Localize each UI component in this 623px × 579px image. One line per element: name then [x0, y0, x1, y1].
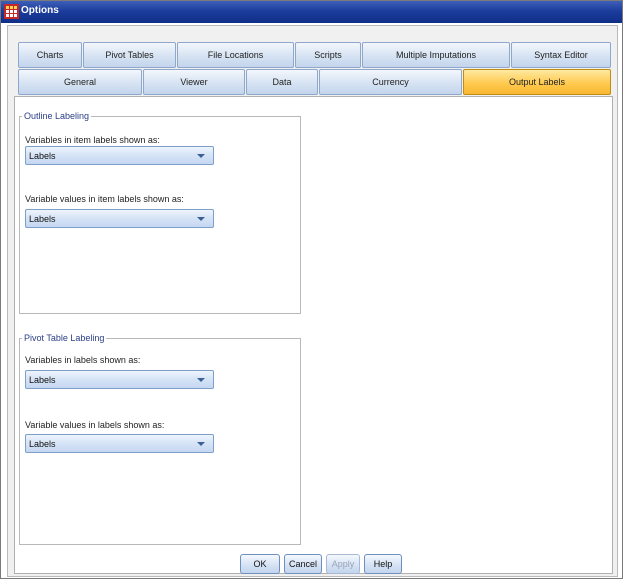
output-labels-panel: Outline Labeling Variables in item label…: [14, 96, 613, 574]
tab-charts[interactable]: Charts: [18, 42, 82, 68]
chevron-down-icon: [197, 442, 205, 446]
dialog-buttons: OK Cancel Apply Help: [240, 554, 402, 574]
title-bar[interactable]: Options: [1, 1, 622, 23]
outline-variables-dropdown[interactable]: Labels: [25, 146, 214, 165]
tab-general[interactable]: General: [18, 69, 142, 95]
tab-row-2: General Viewer Data Currency Output Labe…: [18, 69, 612, 95]
tab-pivot-tables[interactable]: Pivot Tables: [83, 42, 176, 68]
help-button[interactable]: Help: [364, 554, 402, 574]
pivot-variables-label: Variables in labels shown as:: [25, 355, 141, 365]
tab-currency[interactable]: Currency: [319, 69, 462, 95]
tab-file-locations[interactable]: File Locations: [177, 42, 294, 68]
chevron-down-icon: [197, 217, 205, 221]
window-title: Options: [21, 5, 59, 16]
options-dialog: Options Charts Pivot Tables File Locatio…: [0, 0, 623, 579]
ok-button[interactable]: OK: [240, 554, 280, 574]
tab-data[interactable]: Data: [246, 69, 318, 95]
chevron-down-icon: [197, 378, 205, 382]
cancel-button[interactable]: Cancel: [284, 554, 322, 574]
chevron-down-icon: [197, 154, 205, 158]
tab-row-1: Charts Pivot Tables File Locations Scrip…: [18, 42, 612, 68]
outline-values-value: Labels: [29, 214, 56, 224]
table-grid-icon: [4, 4, 19, 19]
tab-multiple-imputations[interactable]: Multiple Imputations: [362, 42, 510, 68]
outline-values-dropdown[interactable]: Labels: [25, 209, 214, 228]
tab-viewer[interactable]: Viewer: [143, 69, 245, 95]
tab-scripts[interactable]: Scripts: [295, 42, 361, 68]
pivot-values-dropdown[interactable]: Labels: [25, 434, 214, 453]
dialog-body: Charts Pivot Tables File Locations Scrip…: [7, 25, 618, 577]
pivot-variables-dropdown[interactable]: Labels: [25, 370, 214, 389]
outline-variables-label: Variables in item labels shown as:: [25, 135, 160, 145]
pivot-values-label: Variable values in labels shown as:: [25, 420, 165, 430]
outline-labeling-legend: Outline Labeling: [24, 111, 90, 121]
outline-values-label: Variable values in item labels shown as:: [25, 194, 184, 204]
outline-variables-value: Labels: [29, 151, 56, 161]
apply-button[interactable]: Apply: [326, 554, 360, 574]
tab-syntax-editor[interactable]: Syntax Editor: [511, 42, 611, 68]
pivot-variables-value: Labels: [29, 375, 56, 385]
pivot-values-value: Labels: [29, 439, 56, 449]
pivot-labeling-legend: Pivot Table Labeling: [24, 333, 105, 343]
tab-output-labels[interactable]: Output Labels: [463, 69, 611, 95]
